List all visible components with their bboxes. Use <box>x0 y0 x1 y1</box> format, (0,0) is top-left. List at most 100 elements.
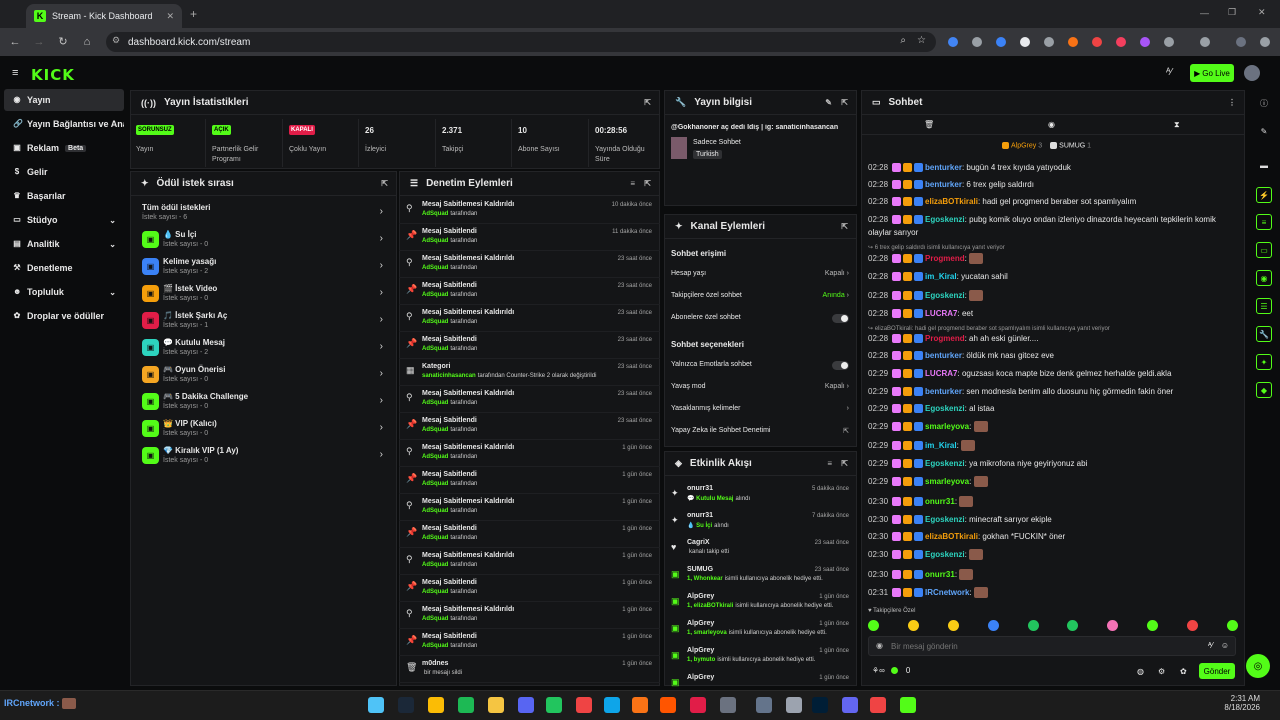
chat-username[interactable]: LUCRA7 <box>925 369 957 378</box>
sidebar-item-gelir[interactable]: $ Gelir <box>4 161 124 183</box>
app-icon[interactable] <box>756 697 772 713</box>
floating-chat-button[interactable]: ◎ <box>1246 654 1270 678</box>
emoji-icon[interactable]: ☺ <box>1221 641 1229 650</box>
activity-row[interactable]: ▣ SUMUG 1, Whonkear isimli kullanıcıya abon… <box>664 562 857 589</box>
info-icon[interactable]: ⓘ <box>1256 96 1272 112</box>
send-button[interactable]: Gönder <box>1199 663 1235 679</box>
moderation-row[interactable]: ⚲ Mesaj Sabitlemesi Kaldırıldı AdSquad tara… <box>399 305 660 332</box>
close-tab-icon[interactable]: ✕ <box>166 11 174 22</box>
bookmark-star-icon[interactable]: ☆ <box>917 35 926 46</box>
moderation-row[interactable]: ⚲ Mesaj Sabitlemesi Kaldırıldı AdSquad tara… <box>399 251 660 278</box>
maximize-icon[interactable]: ❐ <box>1228 7 1236 18</box>
emote-icon[interactable] <box>907 620 919 631</box>
popout-icon[interactable]: ⇱ <box>841 222 848 231</box>
site-info-icon[interactable]: ⚙ <box>112 35 120 46</box>
profile-icon[interactable] <box>1200 37 1210 47</box>
sidebar-item-basarilar[interactable]: ♛ Başarılar <box>4 185 124 207</box>
extension-icon[interactable] <box>972 37 982 47</box>
moderation-row[interactable]: ⚲ Mesaj Sabitlemesi Kaldırıldı AdSquad tara… <box>399 548 660 575</box>
steam-icon[interactable] <box>398 697 414 713</box>
chat-username[interactable]: onurr31 <box>925 497 955 506</box>
chat-input[interactable]: ◉ ᴬ⁄ ☺ <box>868 636 1236 656</box>
chat-message[interactable]: 02:28 benturker: öldük mk nası gitcez eve <box>868 350 1248 362</box>
lightning-icon[interactable]: ⚡ <box>1256 187 1272 203</box>
chat-username[interactable]: benturker <box>925 351 962 360</box>
activity-row[interactable]: ✦ onurr31 💧 Su İçi alındı 7 dakika önce <box>664 508 857 535</box>
app-icon[interactable] <box>576 697 592 713</box>
emote-icon[interactable] <box>1187 620 1198 631</box>
followers-only-row[interactable]: Takipçilere özel sohbet Anında › <box>671 288 849 306</box>
channel-points[interactable]: ⚘∞ 0 <box>872 666 910 675</box>
app-icon[interactable] <box>690 697 706 713</box>
app-icon[interactable] <box>546 697 562 713</box>
app-icon[interactable] <box>870 697 886 713</box>
extension-icon[interactable] <box>1068 37 1078 47</box>
discord-icon[interactable] <box>518 697 534 713</box>
activity-row[interactable]: ✦ onurr31 💬 Kutulu Mesaj alındı 5 dakika önc… <box>664 481 857 508</box>
close-window-icon[interactable]: ✕ <box>1258 7 1266 18</box>
minimize-icon[interactable]: — <box>1200 8 1209 18</box>
list-icon[interactable]: ≡ <box>1256 214 1272 230</box>
emote-icon[interactable] <box>1067 620 1079 631</box>
reward-row[interactable]: ▣ 🎬 İstek Video İstek sayısı - 0 › <box>131 281 397 307</box>
translate-icon[interactable]: ᴬ⁄ <box>1208 641 1213 650</box>
back-icon[interactable]: ← <box>8 35 22 49</box>
hamburger-menu-icon[interactable]: ≡ <box>12 67 18 79</box>
popout-icon[interactable]: ⇱ <box>841 459 848 468</box>
moderation-row[interactable]: 📌 Mesaj Sabitlendi AdSquad tarafından 1 gün … <box>399 575 660 602</box>
moderation-row[interactable]: 📌 Mesaj Sabitlendi AdSquad tarafından 23 saa… <box>399 332 660 359</box>
chat-message[interactable]: 02:30 elizaBOTkirali: gokhan *FUCKIN* öne… <box>868 531 1248 543</box>
photoshop-icon[interactable] <box>812 697 828 713</box>
moderation-row[interactable]: ⚲ Mesaj Sabitlemesi Kaldırıldı AdSquad tara… <box>399 197 660 224</box>
emote-icon[interactable] <box>1107 620 1119 631</box>
reward-row[interactable]: ▣ Kelime yasağı İstek sayısı - 2 › <box>131 254 397 280</box>
moderation-row[interactable]: 🗑 m0dnes bir mesajı sildi 1 gün önce <box>399 656 660 683</box>
reward-row[interactable]: ▣ 🎮 5 Dakika Challenge İstek sayısı - 0 › <box>131 389 397 415</box>
chat-text-field[interactable] <box>891 639 1191 653</box>
reload-icon[interactable]: ↻ <box>56 35 70 49</box>
moderation-row[interactable]: ⚲ Mesaj Sabitlemesi Kaldırıldı AdSquad tara… <box>399 494 660 521</box>
extension-icon[interactable] <box>1044 37 1054 47</box>
chat-message[interactable]: 02:28 Egoskenzi: <box>868 290 1248 302</box>
chrome-icon[interactable] <box>428 697 444 713</box>
browser-tab[interactable]: K Stream - Kick Dashboard ✕ <box>26 4 182 28</box>
moderation-row[interactable]: 📌 Mesaj Sabitlendi AdSquad tarafından 1 gün … <box>399 521 660 548</box>
chat-username[interactable]: Egoskenzi <box>925 550 965 559</box>
moderation-row[interactable]: ⚲ Mesaj Sabitlemesi Kaldırıldı AdSquad tara… <box>399 440 660 467</box>
chat-message[interactable]: 02:29 Egoskenzi: ya mikrofona niye geyiri… <box>868 458 1248 470</box>
popout-icon[interactable]: ⇱ <box>644 98 651 107</box>
chat-users-icon[interactable]: ◍ <box>1137 667 1144 676</box>
chat-username[interactable]: IRCnetwork <box>925 588 969 597</box>
extension-icon[interactable] <box>948 37 958 47</box>
settings-gear-icon[interactable]: ⚙ <box>1158 667 1165 676</box>
sidebar-item-analitik[interactable]: ▤ Analitik ⌄ <box>4 233 124 255</box>
edit-icon[interactable]: ✎ <box>825 98 832 107</box>
reward-all-row[interactable]: Tüm ödül istekleri İstek sayısı - 6 › <box>131 200 397 226</box>
chat-username[interactable]: Egoskenzi <box>925 515 965 524</box>
app-icon[interactable] <box>604 697 620 713</box>
sidebar-item-reklam[interactable]: ▣ Reklam Beta <box>4 137 124 159</box>
chat-username[interactable]: Egoskenzi <box>925 215 965 224</box>
chat-username[interactable]: im_Kiral <box>925 272 957 281</box>
chat-username[interactable]: Egoskenzi <box>925 291 965 300</box>
kick-logo[interactable]: KICK <box>31 66 75 84</box>
popout-icon[interactable]: ⇱ <box>644 179 651 188</box>
chat-username[interactable]: onurr31 <box>925 570 955 579</box>
chat-username[interactable]: benturker <box>925 163 962 172</box>
chat-username[interactable]: benturker <box>925 180 962 189</box>
chat-message[interactable]: 02:28 Egoskenzi: pubg komik oluyo ondan i… <box>868 214 1248 226</box>
forward-icon[interactable]: → <box>32 35 46 49</box>
gift-icon[interactable]: ✿ <box>1180 667 1187 676</box>
chat-message[interactable]: 02:29 im_Kiral: <box>868 440 1248 452</box>
sidebar-item-topluluk[interactable]: ☻ Topluluk ⌄ <box>4 281 124 303</box>
chat-username[interactable]: Egoskenzi <box>925 404 965 413</box>
chat-message[interactable]: 02:28 Progmend: ah ah eski günler.... <box>868 333 1248 345</box>
extension-icon[interactable] <box>1092 37 1102 47</box>
extension-icon[interactable] <box>1116 37 1126 47</box>
translate-icon[interactable]: ᴬ⁄ <box>1166 67 1172 78</box>
chat-username[interactable]: Egoskenzi <box>925 459 965 468</box>
chat-username[interactable]: Progmend <box>925 254 965 263</box>
slow-mode-row[interactable]: Yavaş mod Kapalı › <box>671 379 849 397</box>
chat-message[interactable]: 02:28 benturker: 6 trex gelip saldırdı <box>868 179 1248 191</box>
app-icon[interactable] <box>632 697 648 713</box>
